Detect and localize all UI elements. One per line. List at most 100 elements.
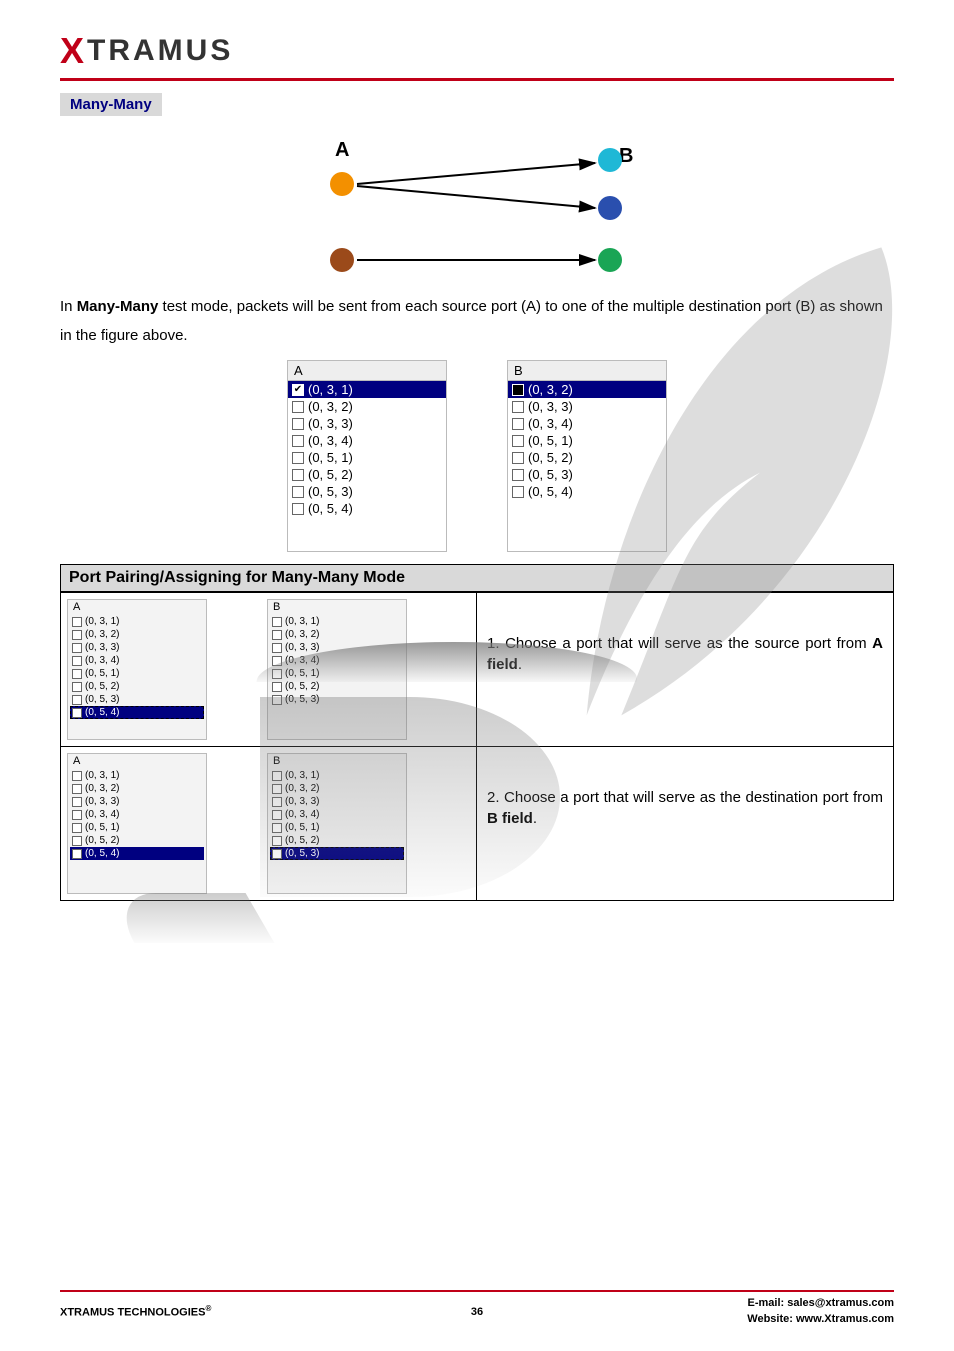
port-item[interactable]: (0, 5, 2) <box>270 834 404 847</box>
checkbox-icon[interactable] <box>272 695 282 705</box>
checkbox-icon[interactable] <box>512 435 524 447</box>
checkbox-icon[interactable] <box>72 823 82 833</box>
port-item[interactable]: (0, 3, 2) <box>270 628 404 641</box>
port-item[interactable]: (0, 3, 4) <box>270 808 404 821</box>
checkbox-icon[interactable] <box>272 784 282 794</box>
port-item[interactable]: (0, 3, 3) <box>70 641 204 654</box>
port-item[interactable]: (0, 3, 1) <box>288 381 446 398</box>
checkbox-icon[interactable] <box>272 669 282 679</box>
port-item[interactable]: (0, 3, 1) <box>70 615 204 628</box>
port-item[interactable]: (0, 5, 1) <box>508 432 666 449</box>
checkbox-icon[interactable] <box>272 682 282 692</box>
checkbox-icon[interactable] <box>72 771 82 781</box>
port-item[interactable]: (0, 5, 3) <box>270 693 404 706</box>
checkbox-icon[interactable] <box>272 771 282 781</box>
mini-port-list-a[interactable]: A(0, 3, 1)(0, 3, 2)(0, 3, 3)(0, 3, 4)(0,… <box>67 753 207 894</box>
checkbox-icon[interactable] <box>512 418 524 430</box>
checkbox-icon[interactable] <box>292 401 304 413</box>
checkbox-icon[interactable] <box>72 643 82 653</box>
checkbox-icon[interactable] <box>292 384 304 396</box>
checkbox-icon[interactable] <box>72 849 82 859</box>
checkbox-icon[interactable] <box>292 503 304 515</box>
port-item[interactable]: (0, 3, 2) <box>70 782 204 795</box>
checkbox-icon[interactable] <box>272 836 282 846</box>
checkbox-icon[interactable] <box>272 630 282 640</box>
port-item-label: (0, 3, 2) <box>285 629 319 640</box>
port-item[interactable]: (0, 5, 3) <box>70 693 204 706</box>
checkbox-icon[interactable] <box>512 486 524 498</box>
checkbox-icon[interactable] <box>272 617 282 627</box>
port-item[interactable]: (0, 5, 1) <box>270 667 404 680</box>
checkbox-icon[interactable] <box>72 836 82 846</box>
port-item[interactable]: (0, 3, 4) <box>270 654 404 667</box>
port-item[interactable]: (0, 5, 2) <box>508 449 666 466</box>
port-item[interactable]: (0, 3, 4) <box>70 654 204 667</box>
mini-port-list-b[interactable]: B(0, 3, 1)(0, 3, 2)(0, 3, 3)(0, 3, 4)(0,… <box>267 753 407 894</box>
checkbox-icon[interactable] <box>72 656 82 666</box>
port-item[interactable]: (0, 3, 4) <box>508 415 666 432</box>
logo-text: TRAMUS <box>87 34 233 68</box>
checkbox-icon[interactable] <box>272 823 282 833</box>
checkbox-icon[interactable] <box>72 682 82 692</box>
port-item[interactable]: (0, 5, 2) <box>70 834 204 847</box>
port-item[interactable]: (0, 3, 4) <box>288 432 446 449</box>
port-item[interactable]: (0, 3, 1) <box>270 769 404 782</box>
port-list-b[interactable]: B (0, 3, 2)(0, 3, 3)(0, 3, 4)(0, 5, 1)(0… <box>507 360 667 552</box>
port-item[interactable]: (0, 5, 1) <box>270 821 404 834</box>
main-port-lists: A (0, 3, 1)(0, 3, 2)(0, 3, 3)(0, 3, 4)(0… <box>60 360 894 552</box>
checkbox-icon[interactable] <box>272 849 282 859</box>
checkbox-icon[interactable] <box>72 695 82 705</box>
port-item[interactable]: (0, 3, 2) <box>508 381 666 398</box>
checkbox-icon[interactable] <box>72 784 82 794</box>
registered-icon: ® <box>205 1304 211 1313</box>
port-item[interactable]: (0, 3, 4) <box>70 808 204 821</box>
port-item-label: (0, 3, 1) <box>85 770 119 781</box>
checkbox-icon[interactable] <box>512 384 524 396</box>
checkbox-icon[interactable] <box>292 469 304 481</box>
port-item[interactable]: (0, 5, 1) <box>288 449 446 466</box>
port-item[interactable]: (0, 3, 3) <box>70 795 204 808</box>
checkbox-icon[interactable] <box>512 469 524 481</box>
port-item[interactable]: (0, 5, 2) <box>270 680 404 693</box>
checkbox-icon[interactable] <box>292 452 304 464</box>
port-item[interactable]: (0, 5, 4) <box>288 500 446 517</box>
checkbox-icon[interactable] <box>512 401 524 413</box>
port-item[interactable]: (0, 3, 3) <box>288 415 446 432</box>
checkbox-icon[interactable] <box>272 643 282 653</box>
port-item[interactable]: (0, 3, 2) <box>70 628 204 641</box>
checkbox-icon[interactable] <box>512 452 524 464</box>
port-list-a[interactable]: A (0, 3, 1)(0, 3, 2)(0, 3, 3)(0, 3, 4)(0… <box>287 360 447 552</box>
checkbox-icon[interactable] <box>292 486 304 498</box>
checkbox-icon[interactable] <box>272 656 282 666</box>
mini-port-list-a[interactable]: A(0, 3, 1)(0, 3, 2)(0, 3, 3)(0, 3, 4)(0,… <box>67 599 207 740</box>
port-item[interactable]: (0, 5, 4) <box>70 706 204 719</box>
port-item[interactable]: (0, 3, 3) <box>270 641 404 654</box>
port-item[interactable]: (0, 5, 3) <box>270 847 404 860</box>
port-item[interactable]: (0, 3, 2) <box>288 398 446 415</box>
port-item[interactable]: (0, 3, 2) <box>270 782 404 795</box>
checkbox-icon[interactable] <box>292 418 304 430</box>
checkbox-icon[interactable] <box>72 669 82 679</box>
port-item[interactable]: (0, 5, 1) <box>70 821 204 834</box>
checkbox-icon[interactable] <box>72 708 82 718</box>
port-item-label: (0, 5, 3) <box>308 484 353 499</box>
port-item[interactable]: (0, 5, 2) <box>70 680 204 693</box>
checkbox-icon[interactable] <box>272 810 282 820</box>
checkbox-icon[interactable] <box>72 617 82 627</box>
port-item[interactable]: (0, 3, 1) <box>70 769 204 782</box>
port-item[interactable]: (0, 5, 4) <box>508 483 666 500</box>
port-item[interactable]: (0, 5, 3) <box>288 483 446 500</box>
port-item[interactable]: (0, 5, 2) <box>288 466 446 483</box>
port-item[interactable]: (0, 3, 3) <box>508 398 666 415</box>
mini-port-list-b[interactable]: B(0, 3, 1)(0, 3, 2)(0, 3, 3)(0, 3, 4)(0,… <box>267 599 407 740</box>
checkbox-icon[interactable] <box>72 630 82 640</box>
port-item[interactable]: (0, 5, 4) <box>70 847 204 860</box>
checkbox-icon[interactable] <box>72 797 82 807</box>
port-item[interactable]: (0, 3, 1) <box>270 615 404 628</box>
port-item[interactable]: (0, 5, 3) <box>508 466 666 483</box>
port-item[interactable]: (0, 3, 3) <box>270 795 404 808</box>
checkbox-icon[interactable] <box>72 810 82 820</box>
checkbox-icon[interactable] <box>272 797 282 807</box>
port-item[interactable]: (0, 5, 1) <box>70 667 204 680</box>
checkbox-icon[interactable] <box>292 435 304 447</box>
